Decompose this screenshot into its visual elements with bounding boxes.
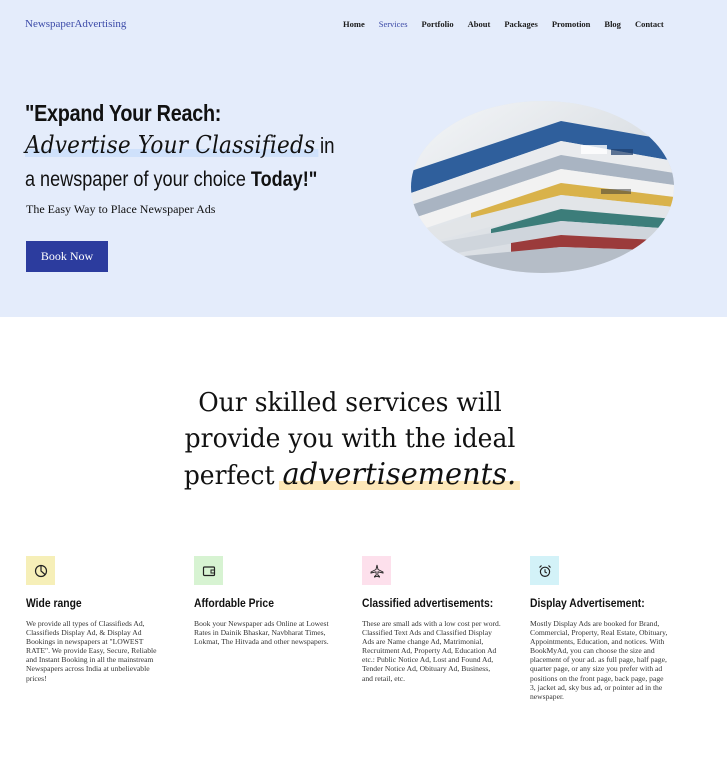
service-card-display-ads: Display Advertisement: Mostly Display Ad…	[530, 556, 680, 701]
hero-heading-line1: "Expand Your Reach:	[25, 100, 222, 126]
nav-promotion[interactable]: Promotion	[552, 19, 591, 29]
card-title: Display Advertisement:	[530, 598, 645, 610]
nav-blog[interactable]: Blog	[604, 19, 621, 29]
hero-heading-line2: Advertise Your Classifieds in	[25, 131, 347, 159]
services-heading-highlight: advertisements.	[278, 457, 521, 492]
card-text: These are small ads with a low cost per …	[362, 619, 501, 683]
card-text: Mostly Display Ads are booked for Brand,…	[530, 619, 668, 701]
services-heading-line3: perfect advertisements.	[158, 457, 542, 494]
card-text: Book your Newspaper ads Online at Lowest…	[194, 619, 329, 647]
hero-heading-line3: a newspaper of your choice Today!"	[25, 168, 317, 192]
site-logo[interactable]: NewspaperAdvertising	[25, 18, 126, 30]
services-heading: Our skilled services will provide you wi…	[150, 385, 550, 494]
hero-subtitle: The Easy Way to Place Newspaper Ads	[26, 202, 216, 216]
card-text: We provide all types of Classifieds Ad, …	[26, 619, 157, 683]
nav-home[interactable]: Home	[343, 19, 365, 29]
nav-packages[interactable]: Packages	[504, 19, 538, 29]
hero-in-text: in	[320, 133, 335, 158]
hero-line3-bold: Today!"	[250, 168, 318, 191]
main-nav: Home Services Portfolio About Packages P…	[343, 19, 678, 29]
card-title: Wide range	[26, 598, 82, 610]
service-card-wide-range: Wide range We provide all types of Class…	[26, 556, 176, 683]
nav-services[interactable]: Services	[379, 19, 408, 29]
hero-line3-prefix: a newspaper of your choice	[25, 168, 251, 191]
nav-contact[interactable]: Contact	[635, 19, 664, 29]
nav-about[interactable]: About	[468, 19, 491, 29]
hero-section: NewspaperAdvertising Home Services Portf…	[0, 0, 727, 317]
nav-portfolio[interactable]: Portfolio	[422, 19, 454, 29]
services-heading-line1: Our skilled services will	[198, 388, 502, 418]
airplane-icon	[362, 556, 391, 585]
services-heading-line2: provide you with the ideal	[184, 424, 516, 454]
card-title: Classified advertisements:	[362, 598, 494, 610]
newspaper-stack-icon	[411, 101, 674, 273]
services-heading-prefix: perfect	[183, 461, 283, 491]
card-title: Affordable Price	[194, 598, 274, 610]
alarm-clock-icon	[530, 556, 559, 585]
wallet-icon	[194, 556, 223, 585]
pie-chart-icon	[26, 556, 55, 585]
book-now-button[interactable]: Book Now	[26, 241, 108, 272]
service-card-affordable-price: Affordable Price Book your Newspaper ads…	[194, 556, 344, 646]
hero-script-text: Advertise Your Classifieds	[25, 131, 320, 159]
newspaper-stack-image	[411, 101, 674, 273]
service-card-classified-ads: Classified advertisements: These are sma…	[362, 556, 512, 683]
